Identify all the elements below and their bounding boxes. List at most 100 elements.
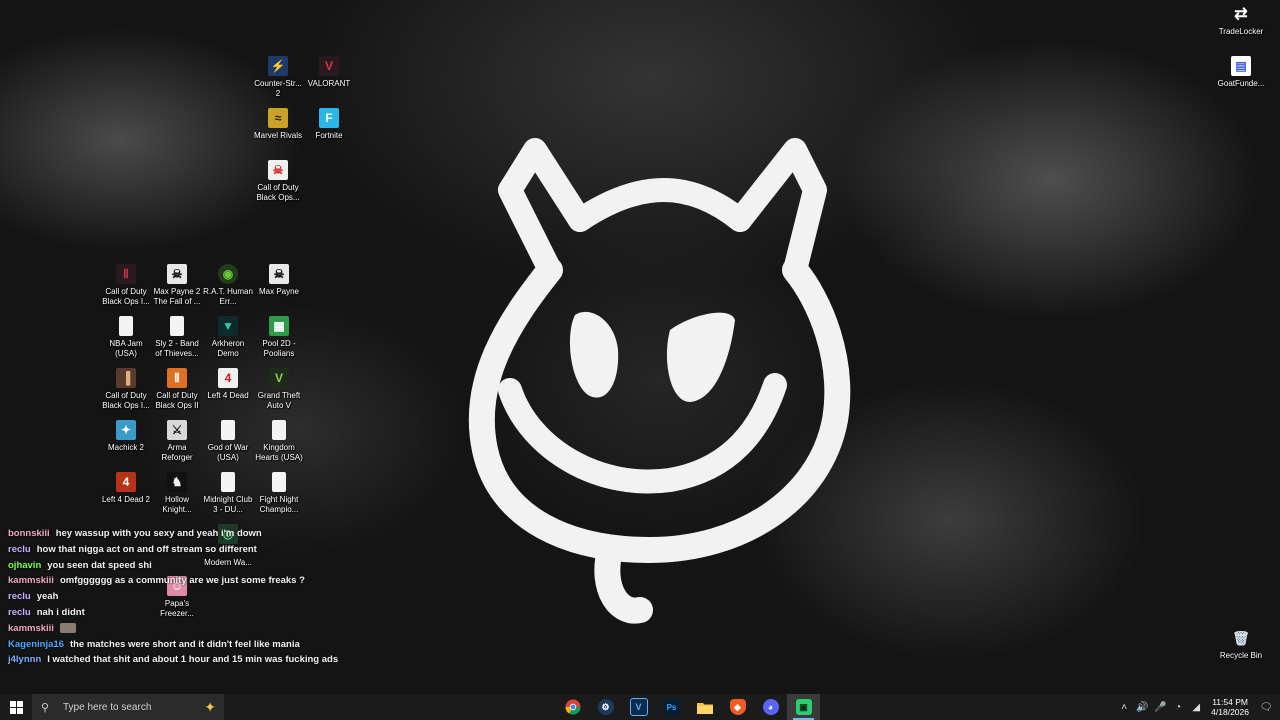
chat-text: yeah [36, 591, 59, 603]
taskbar-chrome-button[interactable] [556, 694, 589, 720]
steam-icon: ⚙ [597, 699, 614, 715]
desktop-icon-gow[interactable]: God of War (USA) [202, 420, 254, 463]
photoshop-icon: Ps [663, 699, 680, 715]
notifications-icon[interactable]: 🗨 [1258, 702, 1274, 713]
desktop-icon-cod-bo-3[interactable]: ▐ Call of Duty Black Ops I... [100, 368, 152, 411]
cod-black-ops-icon: Ⅱ [116, 264, 136, 284]
fortnite-icon: F [319, 108, 339, 128]
desktop-icon-valorant[interactable]: V VALORANT [303, 56, 355, 89]
desktop-icon-rat[interactable]: ◉ R.A.T. Human Err... [202, 264, 254, 307]
desktop-icon-max-payne-2[interactable]: ☠ Max Payne 2 The Fall of ... [151, 264, 203, 307]
chat-message: j4lynnn I watched that shit and about 1 h… [8, 652, 528, 668]
desktop-icon-recycle-bin[interactable]: 🗑 Recycle Bin [1215, 628, 1267, 661]
desktop-icon-sly2[interactable]: Sly 2 - Band of Thieves... [151, 316, 203, 359]
search-highlight-icon: ✦ [204, 698, 216, 715]
file-icon [170, 316, 184, 336]
desktop-icon-l4d[interactable]: 4 Left 4 Dead [202, 368, 254, 401]
file-icon [221, 472, 235, 492]
discord-icon: ◕ [762, 699, 779, 715]
desktop-icon-tradelocker[interactable]: ⇄ TradeLocker [1215, 4, 1267, 37]
taskbar-search-box[interactable]: ⚲ Type here to search ✦ [32, 694, 224, 720]
cs2-icon: ⚡ [268, 56, 288, 76]
desktop-icon-gta5[interactable]: V Grand Theft Auto V [253, 368, 305, 411]
chat-overlay: bonnskiii hey wassup with you sexy and ye… [8, 526, 528, 668]
marvel-rivals-icon: ≈ [268, 108, 288, 128]
chat-username: bonnskiii [8, 528, 50, 539]
taskbar-brave-button[interactable]: ◆ [721, 694, 754, 720]
cod-black-ops-icon: ☠ [268, 160, 288, 180]
taskbar-discord-button[interactable]: ◕ [754, 694, 787, 720]
desktop-icon-pool2d[interactable]: ▦ Pool 2D - Poolians [253, 316, 305, 359]
chat-text: omfgggggg as a community are we just som… [59, 575, 305, 587]
desktop-icon-marvel-rivals[interactable]: ≈ Marvel Rivals [252, 108, 304, 141]
taskbar-clock[interactable]: 11:54 PM 4/18/2026 [1211, 697, 1249, 717]
system-tray: ˄ 🔊 🎤 ◔ ◢ 11:54 PM 4/18/2026 🗨 [1115, 694, 1280, 720]
hollow-knight-icon: ♞ [167, 472, 187, 492]
desktop-icon-l4d2[interactable]: 4 Left 4 Dead 2 [100, 472, 152, 505]
chat-message: kammskiii [8, 621, 528, 637]
desktop-icon-goatfunded[interactable]: ▤ GoatFunde... [1215, 56, 1267, 89]
obs-app-icon: ▣ [795, 699, 812, 715]
start-button[interactable] [0, 694, 32, 720]
taskbar-steam-button[interactable]: ⚙ [589, 694, 622, 720]
desktop-icon-machick2[interactable]: ✦ Machick 2 [100, 420, 152, 453]
file-icon [221, 420, 235, 440]
desktop-icon-cs2[interactable]: ⚡ Counter-Str... 2 [252, 56, 304, 99]
left-4-dead-2-icon: 4 [116, 472, 136, 492]
taskbar-active-app-button[interactable]: ▣ [787, 694, 820, 720]
chat-message: Kageninja16 the matches were short and it… [8, 637, 528, 653]
taskbar-pinned-apps: ⚙ V Ps ◆ ◕ ▣ [556, 694, 820, 720]
cod-black-ops-ii-icon: Ⅱ [167, 368, 187, 388]
desktop-icon-max-payne[interactable]: ☠ Max Payne [253, 264, 305, 297]
taskbar-photoshop-button[interactable]: Ps [655, 694, 688, 720]
chat-username: kammskiii [8, 575, 54, 587]
chat-text: nah i didnt [36, 606, 85, 618]
clock-date: 4/18/2026 [1211, 707, 1249, 717]
desktop-icon-nba-jam[interactable]: NBA Jam (USA) [100, 316, 152, 359]
desktop-icon-fightnight[interactable]: Fight Night Champio... [253, 472, 305, 515]
taskbar: ⚲ Type here to search ✦ ⚙ V Ps ◆ ◕ ▣ ˄ 🔊… [0, 694, 1280, 720]
file-icon [272, 472, 286, 492]
taskbar-file-explorer-button[interactable] [688, 694, 721, 720]
desktop-icon-hollow[interactable]: ♞ Hollow Knight... [151, 472, 203, 515]
chat-message: ojhavin you seen dat speed shi [8, 558, 528, 574]
chat-username: reclu [8, 606, 31, 618]
desktop: ⚡ Counter-Str... 2 V VALORANT ≈ Marvel R… [0, 0, 1280, 694]
desktop-icon-midnight[interactable]: Midnight Club 3 - DU... [202, 472, 254, 515]
chat-text: you seen dat speed shi [47, 559, 152, 571]
desktop-icon-kh[interactable]: Kingdom Hearts (USA) [253, 420, 305, 463]
chat-username: Kageninja16 [8, 638, 64, 650]
clock-time: 11:54 PM [1212, 697, 1248, 707]
chat-text: how that nigga act on and off stream so … [36, 543, 257, 555]
chrome-icon [565, 699, 580, 715]
folder-icon [696, 702, 713, 714]
windows-logo-icon [9, 700, 23, 714]
file-icon [119, 316, 133, 336]
file-icon [272, 420, 286, 440]
chat-message: reclu nah i didnt [8, 605, 528, 621]
chat-message: reclu yeah [8, 589, 528, 605]
desktop-icon-cod-bo-2[interactable]: Ⅱ Call of Duty Black Ops I... [100, 264, 152, 307]
microphone-icon[interactable]: 🎤 [1152, 702, 1168, 713]
pool-2d-icon: ▦ [269, 316, 289, 336]
chat-message: kammskiii omfgggggg as a community are we… [8, 573, 528, 589]
search-placeholder: Type here to search [63, 701, 152, 713]
desktop-icon-fortnite[interactable]: F Fortnite [303, 108, 355, 141]
chevron-up-icon[interactable]: ˄ [1116, 702, 1132, 713]
desktop-icon-arkheron[interactable]: ▼ Arkheron Demo [202, 316, 254, 359]
desktop-icon-cod-bo-1[interactable]: ☠ Call of Duty Black Ops... [252, 160, 304, 203]
wifi-icon[interactable]: ◢ [1188, 702, 1204, 713]
search-icon: ⚲ [41, 701, 50, 714]
max-payne-icon: ☠ [167, 264, 187, 284]
chat-username: ojhavin [8, 559, 42, 571]
chat-text: the matches were short and it didn't fee… [69, 638, 300, 650]
chat-text: I watched that shit and about 1 hour and… [47, 654, 339, 666]
network-icon[interactable]: ◔ [1170, 702, 1186, 713]
tradelocker-icon: ⇄ [1234, 6, 1248, 23]
gta-v-icon: V [269, 368, 289, 388]
desktop-icon-arma[interactable]: ⚔ Arma Reforger [151, 420, 203, 463]
chat-emote-icon [59, 623, 76, 634]
desktop-icon-cod-bo-ii[interactable]: Ⅱ Call of Duty Black Ops II [151, 368, 203, 411]
taskbar-vegas-button[interactable]: V [622, 694, 655, 720]
volume-icon[interactable]: 🔊 [1134, 702, 1150, 713]
